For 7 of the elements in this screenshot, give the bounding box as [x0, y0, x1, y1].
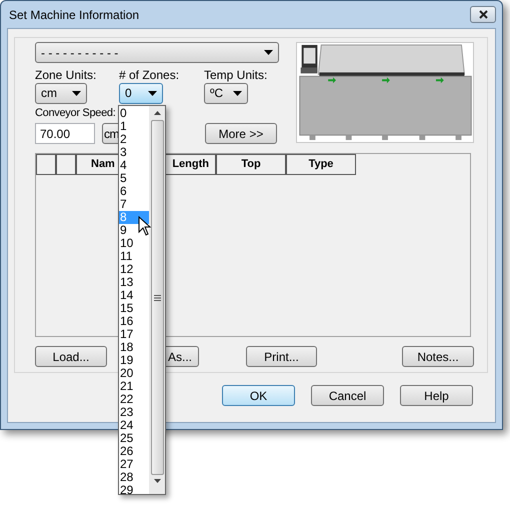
column-header: Type	[286, 154, 356, 175]
field-label: Temp Units:	[204, 69, 268, 82]
field-label: Conveyor Speed:	[35, 107, 116, 120]
field-label: Zone Units:	[35, 69, 98, 82]
column-header: Top	[216, 154, 286, 175]
field-label: # of Zones:	[119, 69, 180, 82]
window-title: Set Machine Information	[9, 6, 140, 24]
